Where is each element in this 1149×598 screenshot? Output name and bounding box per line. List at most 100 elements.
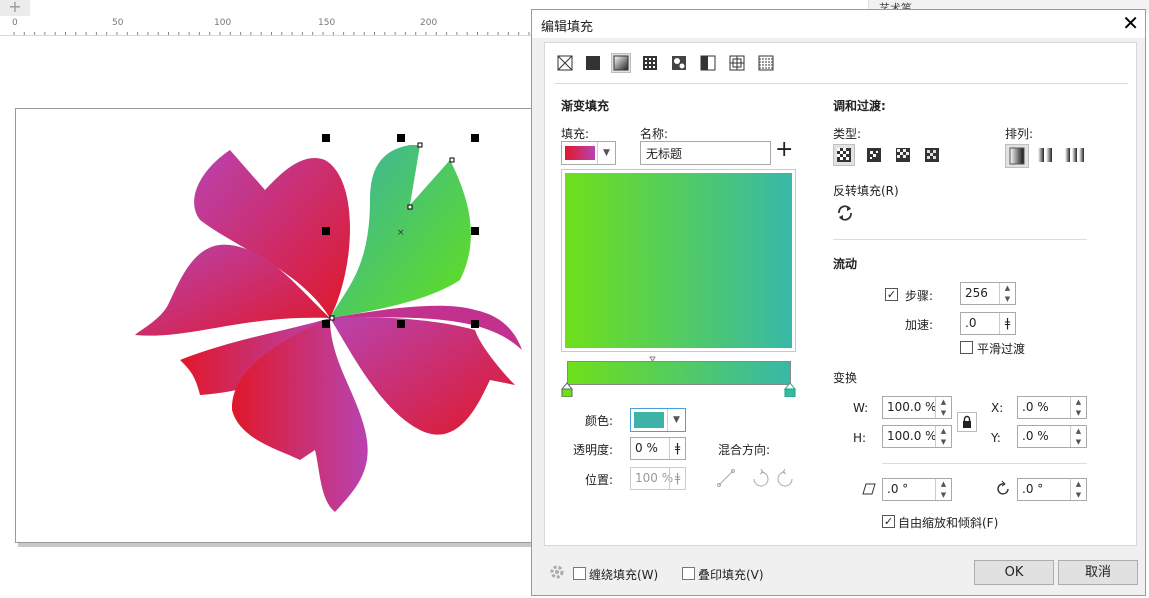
- fill-preset-swatch: [565, 146, 595, 160]
- spinner-icon[interactable]: ▲ ▼: [999, 283, 1015, 304]
- flow-title: 流动: [833, 257, 858, 271]
- acceleration-field[interactable]: .0 ǂ: [960, 312, 1016, 335]
- spinner-icon[interactable]: ▲ ▼: [1070, 426, 1086, 447]
- smooth-transition-label: 平滑过渡: [977, 342, 1026, 356]
- default-arrange-icon[interactable]: [1005, 144, 1029, 168]
- spinner-icon[interactable]: ▲ ▼: [1070, 479, 1086, 500]
- conical-type-icon[interactable]: [893, 145, 913, 165]
- acceleration-value: .0: [965, 316, 977, 330]
- position-label: 位置:: [585, 473, 614, 487]
- node-color-picker[interactable]: ▼: [630, 408, 686, 432]
- mirror-arrange-icon[interactable]: [1063, 145, 1085, 165]
- x-field[interactable]: .0 % ▲ ▼: [1017, 396, 1087, 419]
- gear-icon[interactable]: [548, 563, 566, 581]
- height-value: 100.0 %: [887, 429, 937, 443]
- dialog-titlebar: 编辑填充 ✕: [532, 10, 1145, 38]
- pinwheel-drawing[interactable]: ×: [0, 0, 531, 598]
- edit-fill-dialog: 编辑填充 ✕ 渐变填充 填充: 名称: ▼ 无标题 + 颜色: ▼ 透明度: 0…: [531, 9, 1146, 596]
- slider-icon[interactable]: ǂ: [999, 313, 1015, 334]
- spinner-icon[interactable]: ▲ ▼: [1070, 397, 1086, 418]
- slider-icon[interactable]: ǂ: [669, 438, 685, 459]
- chevron-down-icon[interactable]: ▼: [597, 142, 615, 164]
- fill-preset-picker[interactable]: ▼: [561, 141, 616, 165]
- type-label: 类型:: [833, 127, 862, 141]
- steps-value: 256: [965, 286, 988, 300]
- overprint-fill-checkbox[interactable]: [682, 567, 695, 580]
- opacity-field[interactable]: 0 % ǂ: [630, 437, 686, 460]
- blend-direction-icons[interactable]: [717, 467, 797, 489]
- gradient-nodes[interactable]: [561, 355, 799, 397]
- gradient-preview: [565, 173, 792, 348]
- add-preset-icon[interactable]: +: [775, 137, 793, 162]
- y-label: Y:: [991, 431, 1001, 445]
- svg-text:×: ×: [397, 228, 405, 238]
- fountain-fill-icon[interactable]: [611, 53, 631, 73]
- reverse-fill-label: 反转填充(R): [833, 184, 899, 198]
- fountain-fill-title: 渐变填充: [561, 99, 610, 113]
- height-field[interactable]: 100.0 % ▲ ▼: [882, 425, 952, 448]
- rotate-value: .0 °: [1022, 482, 1044, 496]
- postscript-fill-icon[interactable]: [756, 53, 776, 73]
- two-color-pattern-icon[interactable]: [698, 53, 718, 73]
- divider: [555, 83, 1128, 84]
- steps-label: 步骤:: [905, 289, 934, 303]
- dialog-content: 渐变填充 填充: 名称: ▼ 无标题 + 颜色: ▼ 透明度: 0 % ǂ 位置:…: [544, 42, 1137, 546]
- rotate-field[interactable]: .0 ° ▲ ▼: [1017, 478, 1087, 501]
- linear-type-icon[interactable]: [833, 144, 855, 166]
- rotate-icon: [997, 480, 1009, 495]
- opacity-label: 透明度:: [573, 443, 614, 457]
- lock-icon[interactable]: [957, 412, 977, 432]
- bitmap-pattern-icon[interactable]: [669, 53, 689, 73]
- width-label: W:: [853, 401, 869, 415]
- vector-pattern-icon[interactable]: [640, 53, 660, 73]
- x-label: X:: [991, 401, 1004, 415]
- close-icon[interactable]: ✕: [1122, 12, 1139, 34]
- spinner-icon[interactable]: ▲ ▼: [935, 397, 951, 418]
- position-value: 100 %: [635, 471, 674, 485]
- skew-value: .0 °: [887, 482, 909, 496]
- free-scale-label: 自由缩放和倾斜(F): [898, 516, 999, 530]
- texture-fill-icon[interactable]: [727, 53, 747, 73]
- uniform-fill-icon[interactable]: [583, 53, 603, 73]
- fill-name-input[interactable]: 无标题: [640, 141, 771, 165]
- elliptical-type-icon[interactable]: [864, 145, 884, 165]
- slider-icon: ǂ: [669, 468, 685, 489]
- fill-name-value: 无标题: [646, 147, 683, 161]
- y-field[interactable]: .0 % ▲ ▼: [1017, 425, 1087, 448]
- wrap-fill-label: 缠绕填充(W): [589, 568, 659, 582]
- smooth-transition-checkbox[interactable]: [960, 341, 973, 354]
- gradient-preview-frame: [561, 169, 796, 352]
- spinner-icon[interactable]: ▲ ▼: [935, 479, 951, 500]
- square-type-icon[interactable]: [922, 145, 942, 165]
- transform-title: 变换: [833, 371, 858, 385]
- steps-checkbox[interactable]: ✓: [885, 288, 898, 301]
- reverse-fill-icon[interactable]: [835, 203, 855, 223]
- acceleration-label: 加速:: [905, 318, 934, 332]
- y-value: .0 %: [1022, 429, 1049, 443]
- steps-field[interactable]: 256 ▲ ▼: [960, 282, 1016, 305]
- blend-title: 调和过渡:: [833, 99, 886, 113]
- repeat-arrange-icon[interactable]: [1035, 145, 1055, 165]
- skew-icon: [862, 483, 876, 495]
- free-scale-checkbox[interactable]: ✓: [882, 515, 895, 528]
- overprint-fill-label: 叠印填充(V): [698, 568, 764, 582]
- name-label: 名称:: [640, 127, 669, 141]
- cancel-button[interactable]: 取消: [1058, 560, 1138, 585]
- wrap-fill-checkbox[interactable]: [573, 567, 586, 580]
- arrange-label: 排列:: [1005, 127, 1034, 141]
- chevron-down-icon[interactable]: ▼: [667, 409, 685, 431]
- width-field[interactable]: 100.0 % ▲ ▼: [882, 396, 952, 419]
- blend-direction-label: 混合方向:: [718, 443, 771, 457]
- height-label: H:: [853, 431, 867, 445]
- divider: [882, 463, 1087, 464]
- fill-label: 填充:: [561, 127, 590, 141]
- spinner-icon[interactable]: ▲ ▼: [935, 426, 951, 447]
- position-field: 100 % ǂ: [630, 467, 686, 490]
- ok-button[interactable]: OK: [974, 560, 1054, 585]
- no-fill-icon[interactable]: [555, 53, 575, 73]
- node-color-swatch: [634, 412, 664, 428]
- opacity-value: 0 %: [635, 441, 658, 455]
- x-value: .0 %: [1022, 400, 1049, 414]
- skew-field[interactable]: .0 ° ▲ ▼: [882, 478, 952, 501]
- dialog-title: 编辑填充: [541, 20, 594, 35]
